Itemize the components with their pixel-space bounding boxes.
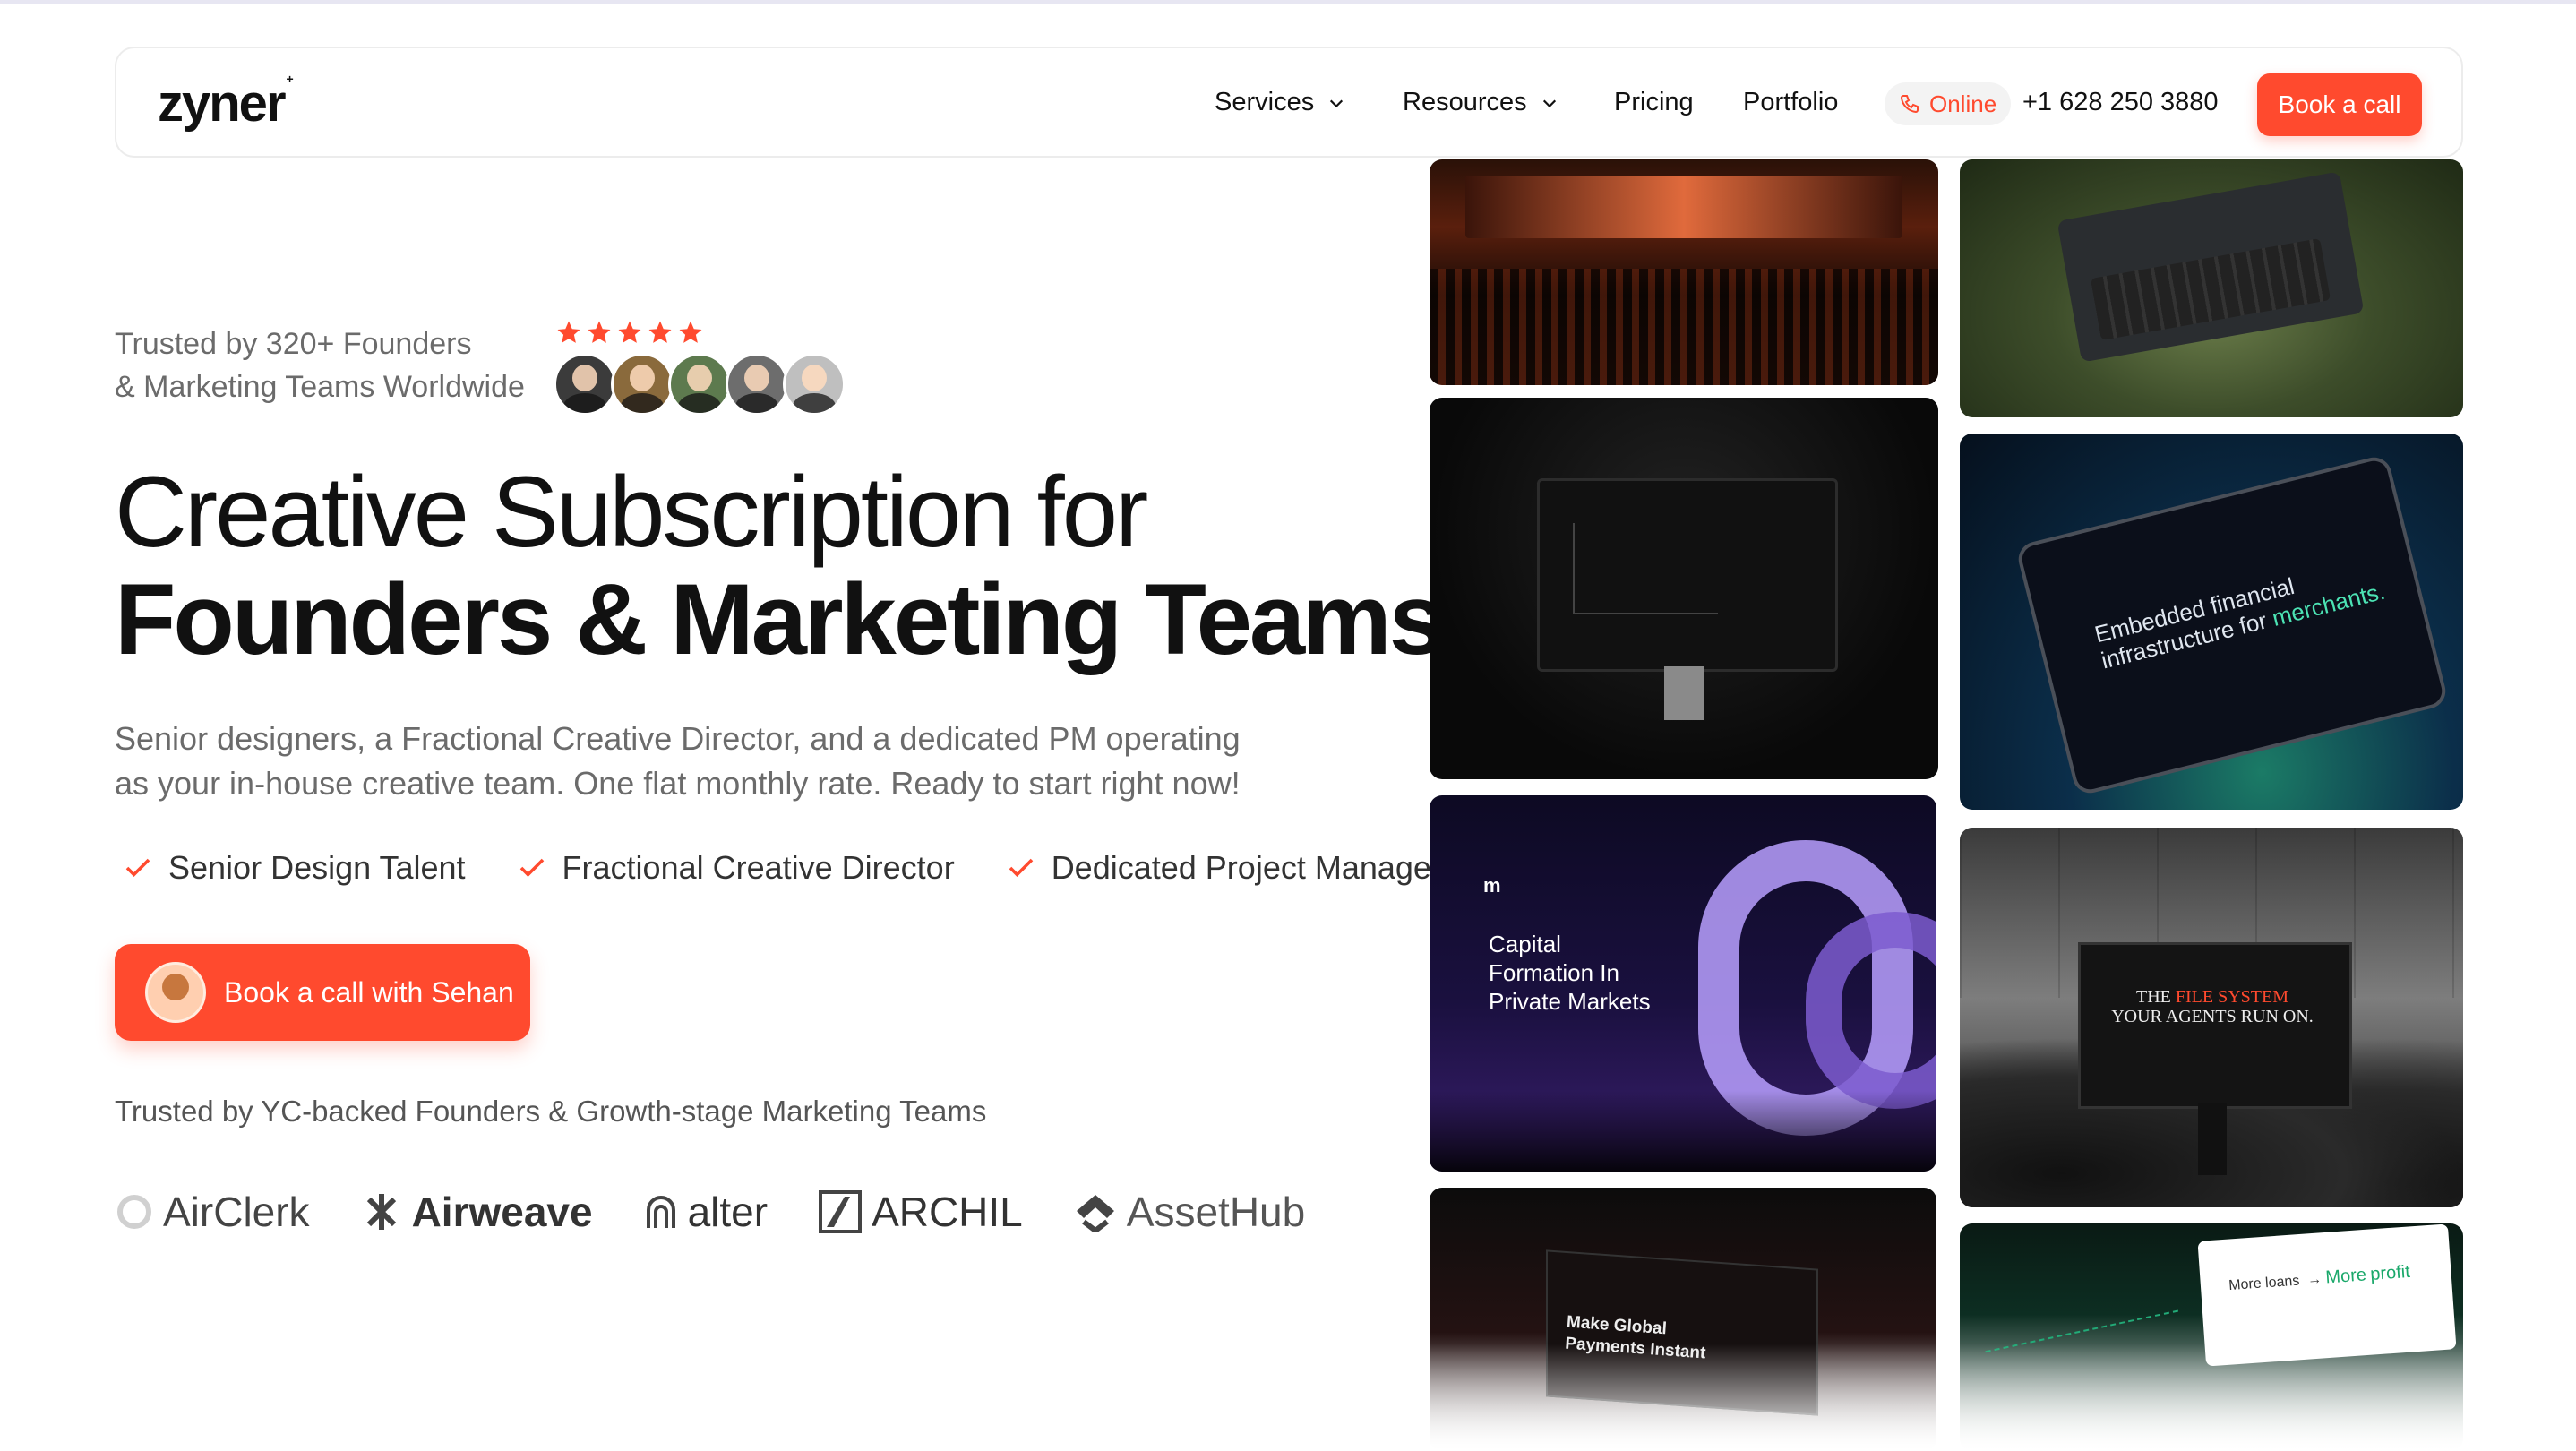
bottom-fade (1424, 1344, 2472, 1451)
nav-resources-label: Resources (1403, 88, 1527, 116)
chevron-down-icon (1330, 99, 1344, 107)
portfolio-tile-stage-presentation[interactable]: m Capital Formation In Private Markets (1430, 795, 1936, 1172)
top-border (0, 0, 2576, 4)
airweave-logo-icon (366, 1194, 396, 1230)
star-icon (557, 321, 580, 343)
feature-list: Senior Design Talent Fractional Creative… (122, 849, 1442, 887)
alter-logo-icon (646, 1196, 675, 1228)
tile-title: Capital Formation In Private Markets (1489, 931, 1651, 1015)
feature-label: Senior Design Talent (168, 849, 466, 886)
assethub-logo-icon (1076, 1195, 1114, 1232)
trusted-line-1: Trusted by 320+ Founders (115, 327, 472, 361)
logo[interactable]: zyner + (158, 72, 294, 133)
subheadline: Senior designers, a Fractional Creative … (115, 720, 1241, 802)
nav-resources[interactable]: Resources (1403, 88, 1558, 117)
phone-icon (1900, 95, 1919, 114)
archil-logo-icon (819, 1190, 863, 1233)
brand-assethub: AssetHub (1073, 1188, 1305, 1236)
headline-line-2: Founders & Marketing Teams (115, 563, 1445, 675)
avatar (783, 353, 846, 416)
check-icon (1009, 858, 1033, 878)
monitor-stand (2198, 1103, 2227, 1175)
brand-airweave: Airweave (360, 1188, 593, 1236)
chevron-down-icon (1542, 99, 1556, 107)
monitor-chart (1573, 523, 1718, 614)
feature-item: Senior Design Talent (122, 849, 466, 887)
check-icon (125, 858, 150, 878)
avatar-group (554, 353, 846, 416)
nav-services-label: Services (1215, 88, 1315, 116)
brand-archil: ARCHIL (818, 1188, 1023, 1236)
avatar (145, 962, 206, 1023)
online-status: Online (1885, 82, 2012, 125)
timeline-line (1973, 1257, 2179, 1353)
star-icon (679, 321, 702, 343)
book-call-with-sehan-button[interactable]: Book a call with Sehan (115, 944, 530, 1041)
brand-airclerk: AirClerk (115, 1188, 310, 1236)
feature-item: Dedicated Project Manager (1005, 849, 1442, 887)
star-icon (648, 321, 672, 343)
trusted-line-2: & Marketing Teams Worldwide (115, 370, 525, 404)
avatar (668, 353, 731, 416)
headline-line-1: Creative Subscription for (115, 456, 1148, 568)
avatar (726, 353, 788, 416)
portfolio-tile-laptop[interactable] (1960, 159, 2463, 417)
nav-services[interactable]: Services (1215, 88, 1344, 117)
phone-number[interactable]: +1 628 250 3880 (2022, 88, 2219, 117)
feature-label: Dedicated Project Manager (1051, 849, 1442, 886)
nav-pricing[interactable]: Pricing (1614, 88, 1694, 117)
trusted-by-text: Trusted by YC-backed Founders & Growth-s… (115, 1095, 987, 1128)
portfolio-tile-tablet[interactable]: Embedded financial infrastructure for me… (1960, 434, 2463, 810)
cta-label: Book a call with Sehan (224, 975, 514, 1009)
check-icon (519, 858, 544, 878)
seats (1430, 269, 1938, 385)
airclerk-logo-icon (117, 1195, 151, 1229)
star-icon (618, 321, 641, 343)
rating-stars (555, 319, 704, 346)
stage-screen (1465, 176, 1902, 238)
tile-title: THE FILE SYSTEM YOUR AGENTS RUN ON. (2111, 987, 2314, 1026)
avatar (554, 353, 616, 416)
monitor-stand (1664, 666, 1704, 720)
portfolio-tile-auditorium[interactable] (1430, 159, 1938, 385)
book-call-button[interactable]: Book a call (2257, 73, 2422, 136)
feature-label: Fractional Creative Director (562, 849, 955, 886)
portfolio-tile-monitor[interactable] (1430, 398, 1938, 779)
nav-portfolio[interactable]: Portfolio (1743, 88, 1838, 117)
portfolio-tile-file-system[interactable]: THE FILE SYSTEM YOUR AGENTS RUN ON. (1960, 828, 2463, 1207)
feature-item: Fractional Creative Director (516, 849, 955, 887)
star-icon (588, 321, 611, 343)
navbar: zyner + Services Resources Pricing Portfo… (115, 47, 2463, 158)
tile-logo: m (1483, 874, 1501, 897)
brand-alter: alter (643, 1188, 768, 1236)
brand-logos: AirClerk Airweave alter ARCHIL AssetHub (115, 1181, 1305, 1243)
online-label: Online (1929, 90, 1997, 117)
audience (1430, 1091, 1936, 1172)
page-title: Creative Subscription for Founders & Mar… (115, 456, 1445, 675)
avatar (611, 353, 674, 416)
trusted-text: Trusted by 320+ Founders & Marketing Tea… (115, 322, 525, 408)
